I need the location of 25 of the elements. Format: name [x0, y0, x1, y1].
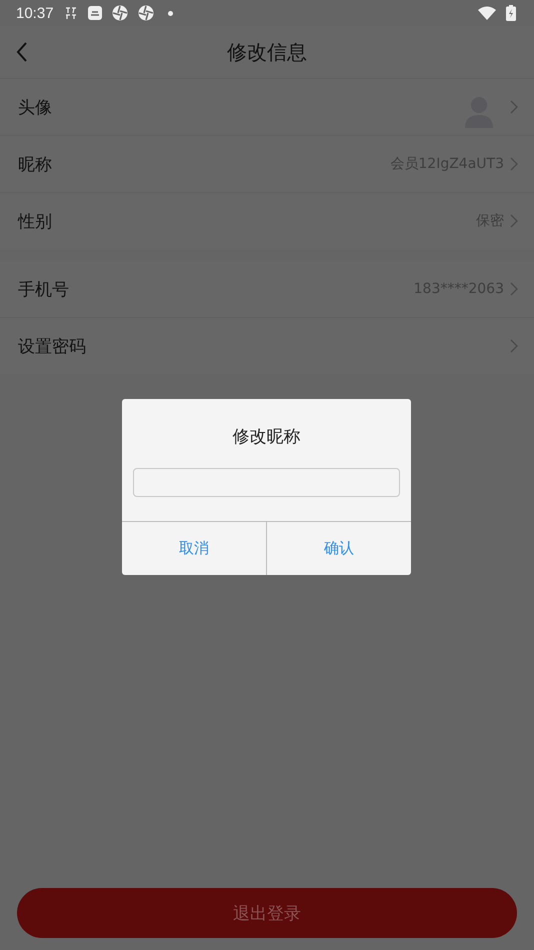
- chevron-icon: [510, 157, 518, 171]
- chevron-icon: [510, 282, 518, 296]
- chevron-icon: [510, 214, 518, 228]
- aperture-icon: [112, 5, 128, 21]
- row-label: 头像: [18, 96, 52, 118]
- dialog-button[interactable]: 确认: [266, 522, 411, 575]
- wifi-icon: [478, 6, 496, 20]
- page-title: 修改信息: [227, 38, 307, 66]
- chevron-icon: [510, 339, 518, 353]
- dialog-button[interactable]: 取消: [122, 522, 266, 575]
- row-label: 设置密码: [18, 336, 86, 358]
- status-time: 10:37: [16, 4, 54, 22]
- chevron-icon: [510, 100, 518, 114]
- input-field[interactable]: [133, 468, 400, 497]
- row-label: 昵称: [18, 154, 52, 176]
- settings-row[interactable]: 头像: [0, 79, 534, 136]
- row-label: 性别: [18, 210, 52, 232]
- aperture-icon: [138, 5, 154, 21]
- row-label: 手机号: [18, 278, 69, 300]
- logout-button[interactable]: 退出登录: [17, 888, 517, 938]
- app-icon: [88, 6, 102, 20]
- settings-row[interactable]: 设置密码: [0, 318, 534, 374]
- dialog-title: 修改昵称: [232, 426, 300, 448]
- dot-icon: [168, 10, 173, 16]
- battery-icon: [506, 5, 516, 21]
